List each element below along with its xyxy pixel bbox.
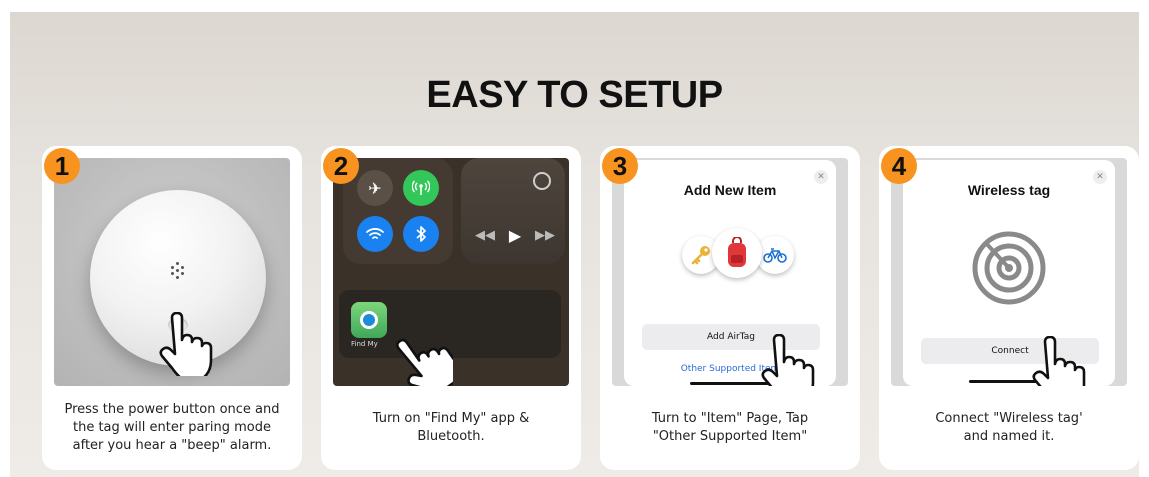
step-card-3: Add New Item ✕ Add AirTag Other Supporte… bbox=[600, 146, 860, 470]
airplane-icon: ✈ bbox=[357, 170, 393, 206]
radar-icon bbox=[972, 231, 1046, 305]
step-1-caption: Press the power button once and the tag … bbox=[64, 402, 280, 453]
step-3-image: Add New Item ✕ Add AirTag Other Supporte… bbox=[612, 158, 848, 386]
pointing-hand-icon bbox=[159, 312, 213, 376]
step-number-badge: 2 bbox=[323, 148, 359, 184]
sheet-title: Wireless tag bbox=[967, 182, 1051, 198]
media-controls: ◀◀ ▶ ▶▶ bbox=[475, 226, 555, 245]
forward-icon: ▶▶ bbox=[535, 228, 555, 243]
close-icon: ✕ bbox=[1093, 170, 1107, 184]
sheet-title: Add New Item bbox=[683, 182, 777, 198]
control-center-connectivity: ✈ bbox=[343, 158, 453, 264]
pointing-hand-icon bbox=[395, 338, 453, 386]
step-card-4: Wireless tag ✕ Connect 4 Connect "Wirele… bbox=[879, 146, 1139, 470]
backpack-icon bbox=[712, 228, 762, 278]
airplay-icon bbox=[533, 172, 551, 190]
step-number-badge: 3 bbox=[602, 148, 638, 184]
step-number-badge: 4 bbox=[881, 148, 917, 184]
step-card-2: ✈ ◀◀ ▶ ▶▶ Find My 2 Turn on "Find My" ap… bbox=[321, 146, 581, 470]
bluetooth-icon bbox=[403, 216, 439, 252]
pointing-hand-icon bbox=[761, 334, 815, 386]
cellular-icon bbox=[403, 170, 439, 206]
find-my-label: Find My bbox=[351, 340, 378, 348]
step-number-badge: 1 bbox=[44, 148, 80, 184]
step-4-image: Wireless tag ✕ Connect bbox=[891, 158, 1127, 386]
page-title: EASY TO SETUP bbox=[426, 74, 723, 116]
step-2-caption: Turn on "Find My" app & Bluetooth. bbox=[372, 411, 530, 444]
find-my-app-icon bbox=[351, 302, 387, 338]
step-card-1: 1 Press the power button once and the ta… bbox=[42, 146, 302, 470]
step-1-image bbox=[54, 158, 290, 386]
step-2-image: ✈ ◀◀ ▶ ▶▶ Find My bbox=[333, 158, 569, 386]
close-icon: ✕ bbox=[814, 170, 828, 184]
media-player: ◀◀ ▶ ▶▶ bbox=[461, 158, 565, 264]
pointing-hand-icon bbox=[1032, 336, 1086, 386]
play-icon: ▶ bbox=[508, 226, 522, 245]
wifi-icon bbox=[357, 216, 393, 252]
step-3-caption: Turn to "Item" Page, Tap "Other Supporte… bbox=[651, 411, 809, 444]
speaker-holes-icon bbox=[168, 260, 188, 280]
step-4-caption: Connect "Wireless tag' and named it. bbox=[935, 411, 1083, 444]
rewind-icon: ◀◀ bbox=[475, 228, 495, 243]
